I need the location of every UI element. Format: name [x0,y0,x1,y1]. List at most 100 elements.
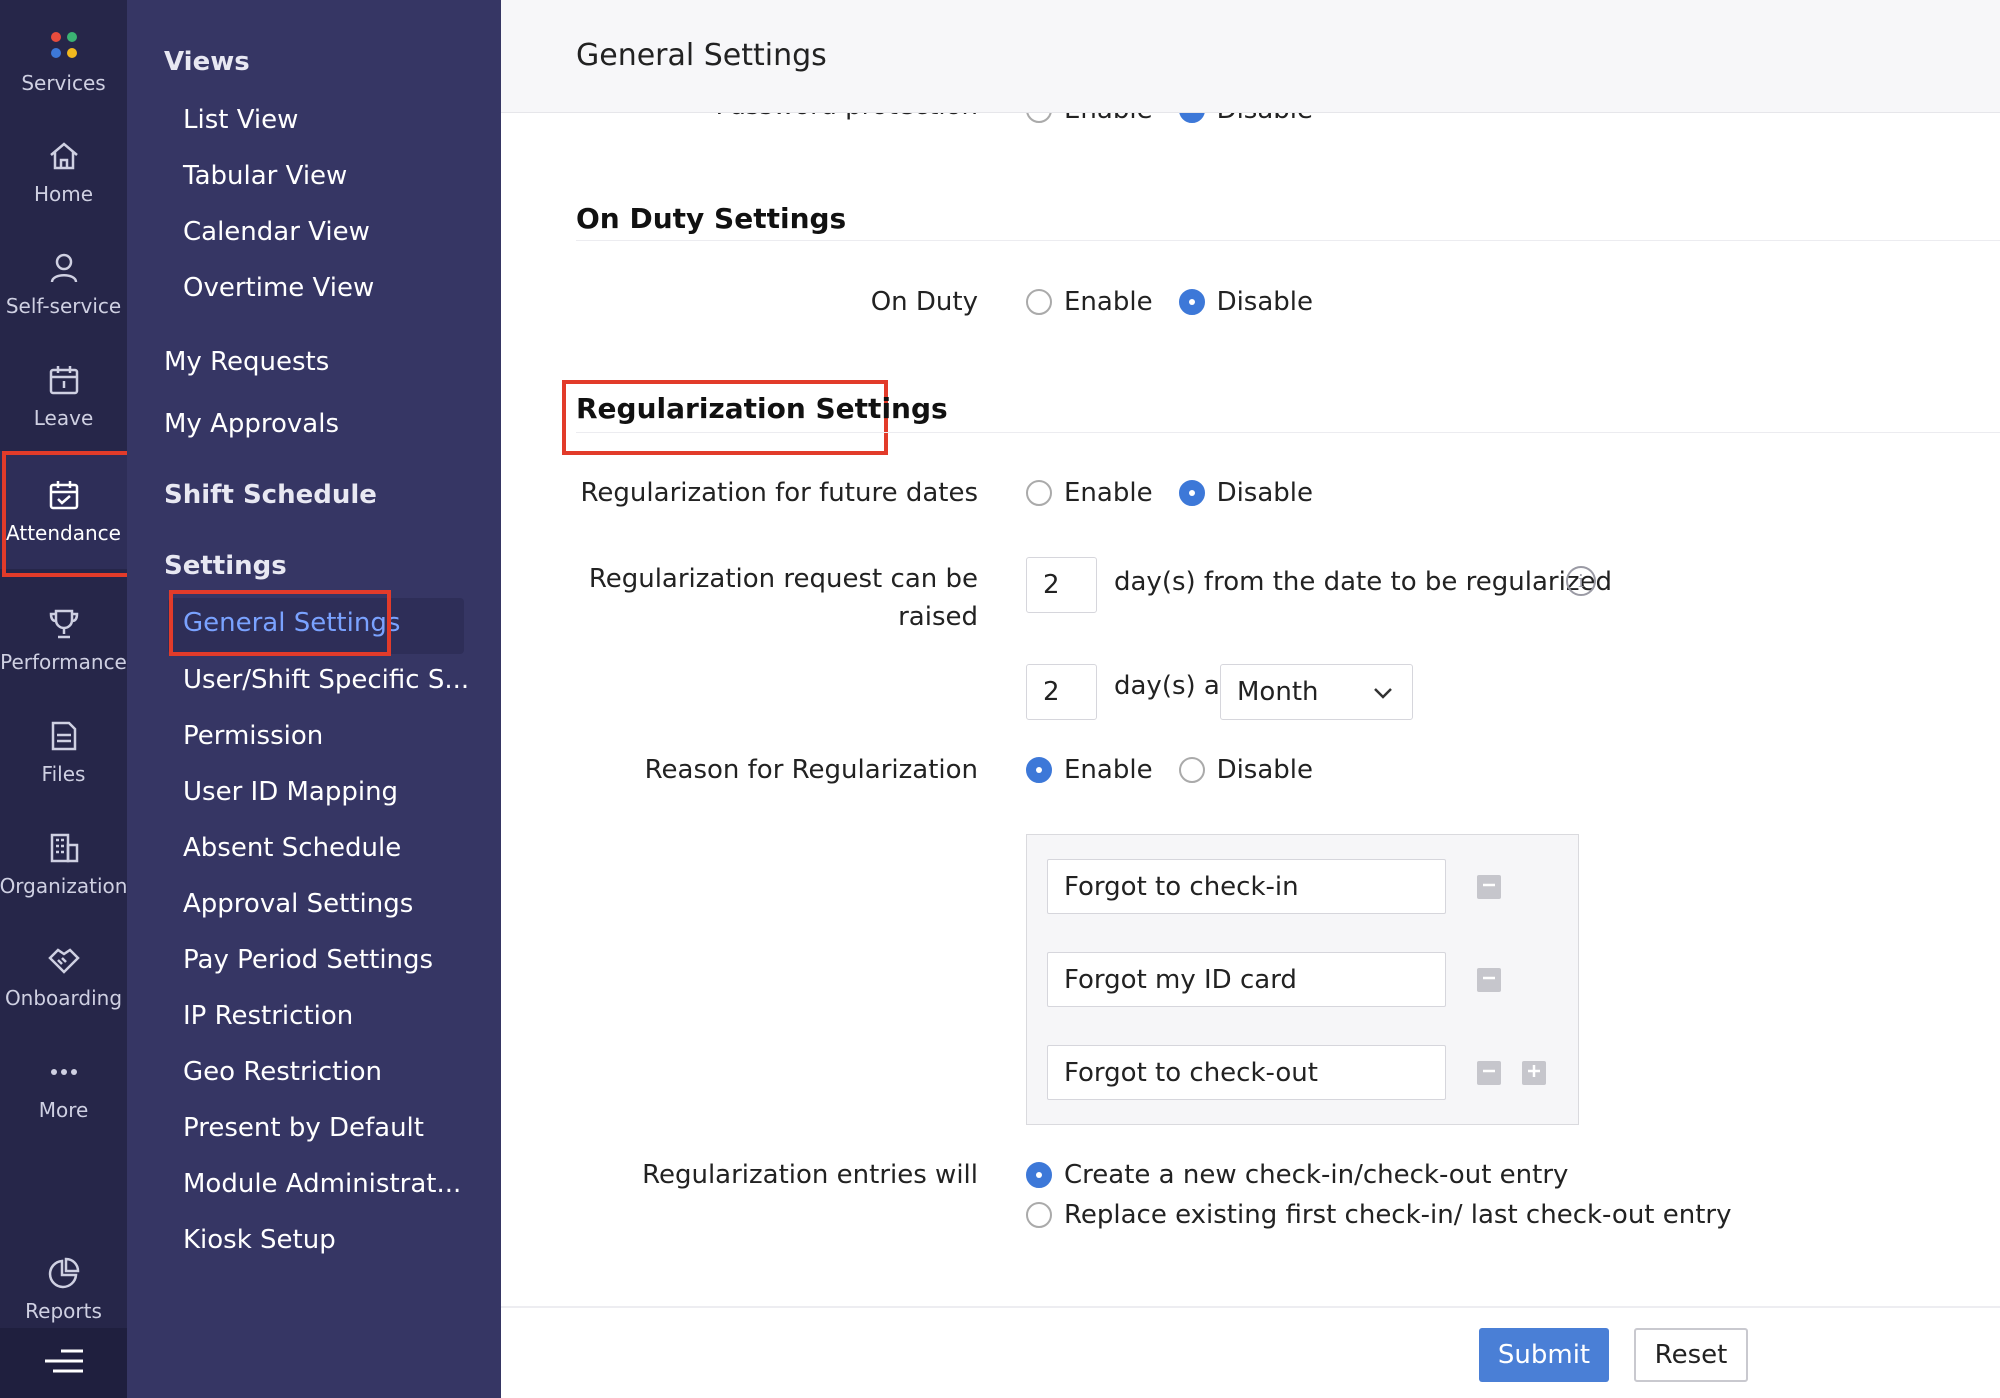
reset-button[interactable]: Reset [1634,1328,1748,1382]
future-dates-radio-group: Enable Disable [1026,478,1339,508]
future-dates-disable-option[interactable]: Disable [1178,478,1313,508]
nav-item-my-approvals[interactable]: My Approvals [164,409,339,439]
rail-label: Self-service [5,294,122,318]
nav-item-tabular-view[interactable]: Tabular View [183,161,347,191]
on-duty-disable-radio[interactable] [1178,289,1205,315]
hamburger-icon [43,1347,85,1379]
entries-option-create[interactable]: Create a new check-in/check-out entry [1026,1160,1568,1190]
password-enable-radio[interactable] [1026,113,1052,123]
rail-item-self-service[interactable]: Self-service [0,233,127,333]
minus-icon [1481,877,1497,897]
reason-input[interactable]: Forgot to check-in [1047,859,1446,914]
handshake-icon [44,940,84,980]
menu-toggle-button[interactable] [0,1328,127,1398]
future-dates-disable-radio[interactable] [1178,480,1205,506]
nav-item-overtime-view[interactable]: Overtime View [183,273,374,303]
submit-button[interactable]: Submit [1479,1328,1609,1382]
period-select-value: Month [1237,677,1319,707]
rail-label: More [38,1098,89,1122]
nav-item-user-shift-specific[interactable]: User/Shift Specific S... [183,665,469,695]
trophy-icon [44,604,84,644]
nav-item-permission[interactable]: Permission [183,721,323,751]
rail-item-services[interactable]: Services [0,10,127,110]
reason-disable-radio[interactable] [1178,757,1205,783]
building-icon [44,828,84,868]
on-duty-enable-label: Enable [1064,287,1153,317]
nav-item-absent-schedule[interactable]: Absent Schedule [183,833,401,863]
main-content: Password protection Enable Disable Gener… [501,0,2000,1398]
rail-item-home[interactable]: Home [0,121,127,221]
nav-item-pay-period-settings[interactable]: Pay Period Settings [183,945,433,975]
on-duty-label: On Duty [870,287,978,317]
reason-radio-group: Enable Disable [1026,755,1339,785]
rail-item-organization[interactable]: Organization [0,813,127,913]
entries-create-radio[interactable] [1026,1162,1052,1188]
remove-reason-button[interactable] [1477,968,1501,992]
future-dates-enable-radio[interactable] [1026,480,1052,506]
remove-reason-button[interactable] [1477,1061,1501,1085]
days-count-input[interactable]: 2 [1026,664,1097,720]
reason-enable-option[interactable]: Enable [1026,755,1153,785]
reason-input[interactable]: Forgot my ID card [1047,952,1446,1007]
period-select[interactable]: Month [1220,664,1413,720]
chevron-down-icon [1372,681,1394,711]
rail-item-onboarding[interactable]: Onboarding [0,925,127,1025]
nav-item-list-view[interactable]: List View [183,105,298,135]
form-footer: Submit Reset [501,1306,2000,1398]
reason-enable-label: Enable [1064,755,1153,785]
more-icon [44,1052,84,1092]
rail-item-files[interactable]: Files [0,701,127,801]
reason-disable-option[interactable]: Disable [1178,755,1314,785]
on-duty-disable-label: Disable [1216,287,1314,317]
password-disable-radio[interactable] [1178,113,1205,123]
app-rail: Services Home Self-service Leave Attenda… [0,0,133,1398]
reason-disable-label: Disable [1216,755,1314,785]
nav-item-module-administration[interactable]: Module Administrat... [183,1169,461,1199]
nav-item-present-by-default[interactable]: Present by Default [183,1113,424,1143]
entries-replace-radio[interactable] [1026,1202,1052,1228]
on-duty-enable-radio[interactable] [1026,289,1052,315]
nav-item-user-id-mapping[interactable]: User ID Mapping [183,777,398,807]
nav-item-approval-settings[interactable]: Approval Settings [183,889,413,919]
reason-label: Reason for Regularization [644,755,978,785]
nav-item-my-requests[interactable]: My Requests [164,347,329,377]
nav-item-shift-schedule[interactable]: Shift Schedule [164,480,377,510]
rail-label: Reports [25,1299,102,1323]
days-from-date-input[interactable]: 2 [1026,557,1097,613]
nav-item-geo-restriction[interactable]: Geo Restriction [183,1057,382,1087]
rail-item-reports[interactable]: Reports [0,1238,127,1338]
reason-enable-radio[interactable] [1026,757,1052,783]
add-reason-button[interactable] [1522,1061,1546,1085]
entries-option-replace[interactable]: Replace existing first check-in/ last ch… [1026,1200,1732,1230]
rail-item-performance[interactable]: Performance [0,589,127,689]
rail-label: Performance [0,650,127,674]
on-duty-radio-group: Enable Disable [1026,287,1339,317]
entries-label: Regularization entries will [642,1160,978,1190]
future-dates-enable-option[interactable]: Enable [1026,478,1153,508]
reason-input[interactable]: Forgot to check-out [1047,1045,1446,1100]
page-header: General Settings [501,0,2000,113]
rail-label: Attendance [6,521,121,545]
pie-chart-icon [44,1253,84,1293]
rail-item-more[interactable]: More [0,1037,127,1137]
request-raised-label-line1: Regularization request can be [588,564,978,594]
rail-item-attendance[interactable]: Attendance [0,451,133,577]
days-per-text: day(s) a [1114,671,1220,701]
remove-reason-button[interactable] [1477,875,1501,899]
section-divider [576,240,2000,241]
page-title: General Settings [576,38,827,73]
rail-item-leave[interactable]: Leave [0,345,127,445]
password-enable-label: Enable [1064,113,1153,125]
info-icon[interactable]: i [1566,566,1596,596]
folder-icon [44,716,84,756]
nav-item-kiosk-setup[interactable]: Kiosk Setup [183,1225,336,1255]
on-duty-disable-option[interactable]: Disable [1178,287,1314,317]
rail-label: Leave [33,406,94,430]
rail-label: Files [41,762,86,786]
rail-label: Services [21,71,106,95]
nav-item-ip-restriction[interactable]: IP Restriction [183,1001,353,1031]
on-duty-enable-option[interactable]: Enable [1026,287,1153,317]
plus-icon [1526,1063,1542,1083]
calendar-icon [44,360,84,400]
nav-item-calendar-view[interactable]: Calendar View [183,217,370,247]
